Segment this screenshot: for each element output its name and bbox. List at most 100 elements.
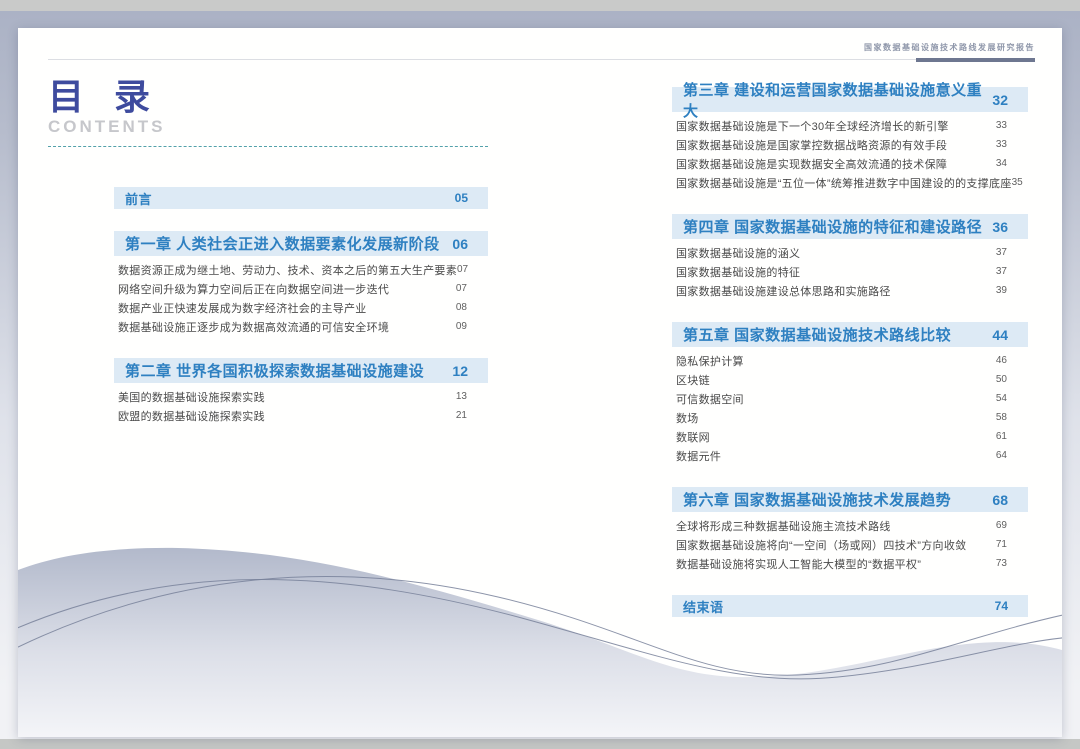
- toc-heading-label: 结束语: [683, 597, 724, 616]
- toc-heading-page-number: 44: [992, 327, 1008, 343]
- toc-section: 第三章 建设和运营国家数据基础设施意义重大32 国家数据基础设施是下一个30年全球…: [672, 87, 1028, 192]
- toc-heading-row: 第六章 国家数据基础设施技术发展趋势 68: [672, 487, 1028, 512]
- toc-item-page-number: 73: [996, 558, 1007, 569]
- toc-item-row: 国家数据基础设施的涵义 37: [672, 243, 1028, 262]
- toc-heading-label: 第六章 国家数据基础设施技术发展趋势: [683, 489, 951, 510]
- toc-item-page-number: 09: [456, 321, 467, 332]
- toc-item-label: 数联网: [676, 429, 710, 445]
- toc-heading-row: 第三章 建设和运营国家数据基础设施意义重大32: [672, 87, 1028, 112]
- toc-heading-row: 第二章 世界各国积极探索数据基础设施建设 12: [114, 358, 488, 383]
- toc-item-page-number: 39: [996, 285, 1007, 296]
- toc-title-divider: [48, 146, 488, 147]
- toc-column-left: 前言 05 第一章 人类社会正进入数据要素化发展新阶段 06 数据资源正成为继土地、劳动…: [114, 187, 488, 447]
- toc-item-label: 国家数据基础设施将向“一空间（场或网）四技术”方向收敛: [676, 537, 966, 553]
- toc-item-label: 国家数据基础设施是实现数据安全高效流通的技术保障: [676, 156, 947, 172]
- toc-item-page-number: 61: [996, 431, 1007, 442]
- document-page: 国家数据基础设施技术路线发展研究报告 目 录 CONTENTS 前言 05 第一章 …: [18, 28, 1062, 737]
- toc-item-label: 数据基础设施正逐步成为数据高效流通的可信安全环境: [118, 319, 389, 335]
- toc-item-page-number: 37: [996, 266, 1007, 277]
- running-header-title: 国家数据基础设施技术路线发展研究报告: [864, 42, 1035, 53]
- toc-item-label: 隐私保护计算: [676, 353, 744, 369]
- toc-heading-page-number: 74: [995, 599, 1008, 613]
- toc-item-row: 隐私保护计算 46: [672, 351, 1028, 370]
- toc-title-en: CONTENTS: [48, 117, 488, 137]
- toc-column-right: 第三章 建设和运营国家数据基础设施意义重大32 国家数据基础设施是下一个30年全球…: [672, 87, 1028, 639]
- toc-item-row: 数据产业正快速发展成为数字经济社会的主导产业 08: [114, 298, 488, 317]
- toc-item-row: 数据资源正成为继土地、劳动力、技术、资本之后的第五大生产要素07: [114, 260, 488, 279]
- toc-heading-page-number: 12: [452, 363, 468, 379]
- toc-item-page-number: 35: [1012, 177, 1023, 188]
- toc-item-page-number: 37: [996, 247, 1007, 258]
- running-header-rule: [48, 59, 1035, 60]
- toc-item-label: 美国的数据基础设施探索实践: [118, 389, 265, 405]
- toc-item-label: 数据基础设施将实现人工智能大模型的“数据平权”: [676, 556, 921, 572]
- toc-heading-label: 第一章 人类社会正进入数据要素化发展新阶段: [125, 233, 440, 254]
- toc-item-label: 国家数据基础设施建设总体思路和实施路径: [676, 283, 891, 299]
- toc-item-row: 数据基础设施正逐步成为数据高效流通的可信安全环境 09: [114, 317, 488, 336]
- toc-item-label: 数据资源正成为继土地、劳动力、技术、资本之后的第五大生产要素: [118, 262, 457, 278]
- toc-item-row: 国家数据基础设施将向“一空间（场或网）四技术”方向收敛 71: [672, 535, 1028, 554]
- toc-item-label: 国家数据基础设施的特征: [676, 264, 800, 280]
- toc-heading-row: 第四章 国家数据基础设施的特征和建设路径 36: [672, 214, 1028, 239]
- toc-item-page-number: 71: [996, 539, 1007, 550]
- toc-heading-label: 第五章 国家数据基础设施技术路线比较: [683, 324, 951, 345]
- toc-item-label: 全球将形成三种数据基础设施主流技术路线: [676, 518, 891, 534]
- toc-item-row: 国家数据基础设施建设总体思路和实施路径 39: [672, 281, 1028, 300]
- toc-heading-page-number: 36: [992, 219, 1008, 235]
- toc-item-page-number: 33: [996, 139, 1007, 150]
- toc-item-row: 区块链 50: [672, 370, 1028, 389]
- toc-item-page-number: 69: [996, 520, 1007, 531]
- toc-item-label: 区块链: [676, 372, 710, 388]
- toc-item-page-number: 50: [996, 374, 1007, 385]
- running-header-rule-accent: [916, 58, 1035, 62]
- toc-item-row: 欧盟的数据基础设施探索实践 21: [114, 406, 488, 425]
- toc-item-label: 数据元件: [676, 448, 721, 464]
- toc-section: 第二章 世界各国积极探索数据基础设施建设 12 美国的数据基础设施探索实践 13 欧盟的…: [114, 358, 488, 425]
- toc-item-row: 数据元件 64: [672, 446, 1028, 465]
- toc-item-page-number: 46: [996, 355, 1007, 366]
- toc-item-page-number: 58: [996, 412, 1007, 423]
- toc-heading-row: 结束语 74: [672, 595, 1028, 617]
- toc-item-label: 国家数据基础设施是下一个30年全球经济增长的新引擎: [676, 118, 949, 134]
- toc-item-row: 网络空间升级为算力空间后正在向数据空间进一步迭代 07: [114, 279, 488, 298]
- toc-item-page-number: 07: [457, 264, 468, 275]
- toc-heading-page-number: 32: [992, 92, 1008, 108]
- toc-item-page-number: 34: [996, 158, 1007, 169]
- toc-item-row: 国家数据基础设施是国家掌控数据战略资源的有效手段33: [672, 135, 1028, 154]
- toc-item-page-number: 33: [996, 120, 1007, 131]
- toc-section: 第六章 国家数据基础设施技术发展趋势 68 全球将形成三种数据基础设施主流技术路线 6…: [672, 487, 1028, 573]
- toc-item-label: 国家数据基础设施的涵义: [676, 245, 800, 261]
- toc-section: 第四章 国家数据基础设施的特征和建设路径36国家数据基础设施的涵义37国家数据基…: [672, 214, 1028, 300]
- toc-item-row: 国家数据基础设施是“五位一体”统筹推进数字中国建设的的支撑底座35: [672, 173, 1028, 192]
- toc-heading-row: 前言 05: [114, 187, 488, 209]
- toc-section: 第一章 人类社会正进入数据要素化发展新阶段 06 数据资源正成为继土地、劳动力、技术…: [114, 231, 488, 336]
- toc-item-label: 网络空间升级为算力空间后正在向数据空间进一步迭代: [118, 281, 389, 297]
- toc-section: 前言 05: [114, 187, 488, 209]
- toc-item-page-number: 07: [456, 283, 467, 294]
- toc-heading-label: 第四章 国家数据基础设施的特征和建设路径: [683, 216, 982, 237]
- toc-item-row: 数联网 61: [672, 427, 1028, 446]
- toc-item-row: 全球将形成三种数据基础设施主流技术路线 69: [672, 516, 1028, 535]
- toc-item-page-number: 21: [456, 410, 467, 421]
- toc-item-row: 美国的数据基础设施探索实践 13: [114, 387, 488, 406]
- toc-item-label: 数据产业正快速发展成为数字经济社会的主导产业: [118, 300, 367, 316]
- toc-item-page-number: 13: [456, 391, 467, 402]
- toc-item-page-number: 64: [996, 450, 1007, 461]
- toc-item-label: 数场: [676, 410, 699, 426]
- toc-heading-row: 第一章 人类社会正进入数据要素化发展新阶段 06: [114, 231, 488, 256]
- toc-item-row: 国家数据基础设施的特征 37: [672, 262, 1028, 281]
- toc-heading-label: 前言: [125, 189, 152, 208]
- toc-heading-row: 第五章 国家数据基础设施技术路线比较 44: [672, 322, 1028, 347]
- toc-heading-label: 第三章 建设和运营国家数据基础设施意义重大: [683, 79, 992, 121]
- toc-heading-page-number: 05: [455, 191, 468, 205]
- toc-item-row: 可信数据空间54: [672, 389, 1028, 408]
- toc-section: 结束语 74: [672, 595, 1028, 617]
- toc-section: 第五章 国家数据基础设施技术路线比较 44 隐私保护计算 46 区块链 50 可信数据空间5…: [672, 322, 1028, 465]
- toc-title-block: 目 录 CONTENTS: [48, 78, 488, 147]
- toc-item-row: 数场 58: [672, 408, 1028, 427]
- toc-item-label: 欧盟的数据基础设施探索实践: [118, 408, 265, 424]
- toc-heading-label: 第二章 世界各国积极探索数据基础设施建设: [125, 360, 424, 381]
- toc-item-page-number: 08: [456, 302, 467, 313]
- toc-heading-page-number: 68: [992, 492, 1008, 508]
- toc-heading-page-number: 06: [452, 236, 468, 252]
